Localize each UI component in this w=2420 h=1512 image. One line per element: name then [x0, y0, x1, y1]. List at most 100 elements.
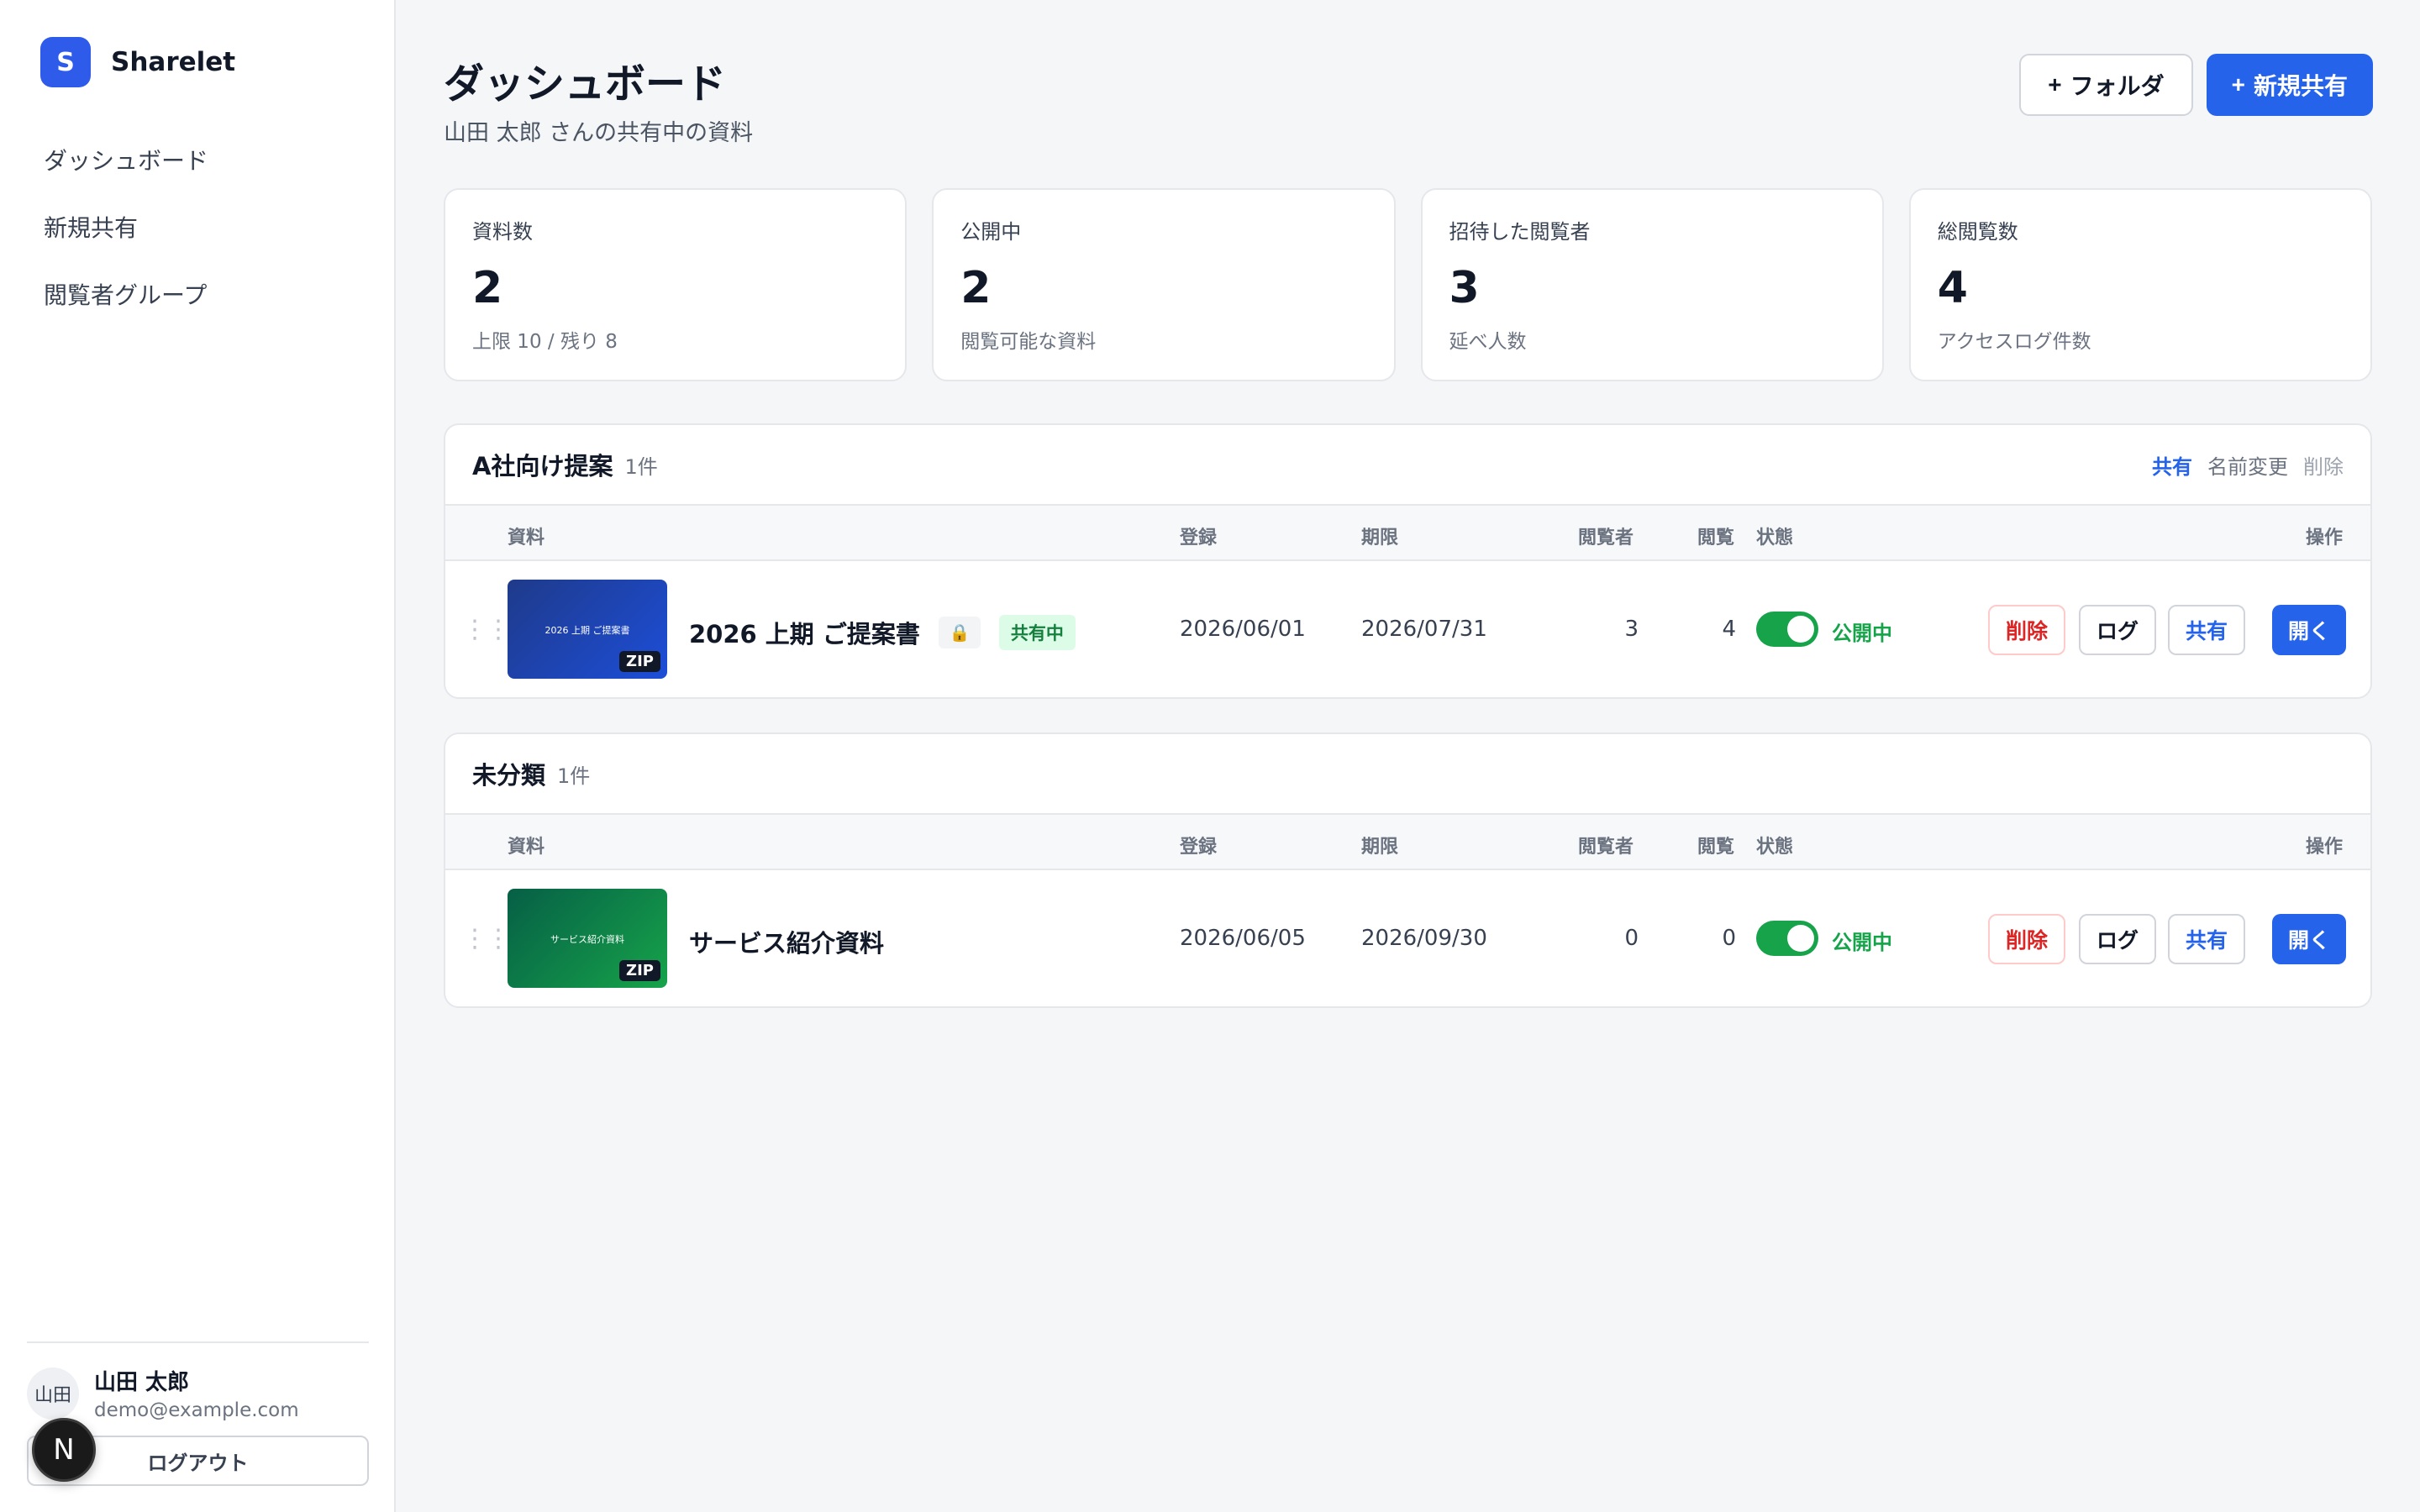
sidebar-item-new-share[interactable]: 新規共有: [24, 193, 373, 260]
col-status: 状態: [1756, 837, 1794, 858]
plus-icon: +: [2048, 71, 2062, 97]
stat-card-total-views: 総閲覧数 4 アクセスログ件数: [1908, 188, 2372, 381]
user-email: demo@example.com: [94, 1399, 299, 1421]
stat-note: アクセスログ件数: [1937, 331, 2091, 353]
stat-label: 総閲覧数: [1937, 220, 2018, 244]
stat-value: 3: [1449, 263, 1480, 313]
plus-icon: +: [2231, 71, 2245, 97]
col-registered: 登録: [1180, 837, 1218, 858]
folder-share-link[interactable]: 共有: [2152, 450, 2192, 480]
delete-button[interactable]: 削除: [1988, 605, 2065, 655]
user-info: 山田 山田 太郎 demo@example.com: [27, 1365, 299, 1421]
folder-rename-link[interactable]: 名前変更: [2207, 450, 2288, 480]
log-button[interactable]: ログ: [2079, 914, 2156, 964]
stat-label: 招待した閲覧者: [1449, 220, 1591, 244]
document-thumbnail[interactable]: 2026 上期 ご提案書 ZIP: [508, 580, 667, 679]
col-viewers: 閲覧者: [1578, 837, 1634, 858]
sidebar: S Sharelet ダッシュボード 新規共有 閲覧者グループ 山田 山田 太郎…: [0, 0, 396, 1512]
stats-cards: 資料数 2 上限 10 / 残り 8 公開中 2 閲覧可能な資料 招待した閲覧者…: [444, 188, 2372, 381]
stat-label: 公開中: [960, 220, 1022, 244]
avatar: 山田: [27, 1367, 79, 1420]
thumbnail-caption: サービス紹介資料: [550, 934, 624, 945]
expiry-date: 2026/09/30: [1361, 926, 1487, 951]
col-viewers: 閲覧者: [1578, 528, 1634, 549]
view-count: 0: [1722, 926, 1736, 951]
stat-value: 4: [1937, 263, 1968, 313]
new-share-button[interactable]: + 新規共有: [2206, 54, 2373, 116]
sidebar-item-viewer-groups[interactable]: 閲覧者グループ: [24, 260, 373, 328]
col-actions: 操作: [2306, 837, 2344, 858]
publish-toggle[interactable]: [1756, 612, 1818, 647]
stat-note: 閲覧可能な資料: [960, 331, 1097, 353]
table-row[interactable]: ⋮⋮ サービス紹介資料 ZIP サービス紹介資料 2026/06/05 2026…: [445, 870, 2370, 1006]
document-title-cell: 2026 上期 ご提案書 🔒 共有中: [689, 615, 1076, 650]
shared-badge: 共有中: [998, 615, 1076, 650]
log-button[interactable]: ログ: [2079, 605, 2156, 655]
brand-name: Sharelet: [111, 47, 236, 77]
status-label: 公開中: [1832, 931, 1892, 954]
viewer-count: 0: [1624, 926, 1639, 951]
expiry-date: 2026/07/31: [1361, 617, 1487, 642]
folder-delete-link[interactable]: 削除: [2303, 450, 2344, 480]
add-folder-label: フォルダ: [2070, 73, 2165, 99]
col-registered: 登録: [1180, 528, 1218, 549]
stat-card-invited-viewers: 招待した閲覧者 3 延べ人数: [1420, 188, 1884, 381]
page-subtitle: 山田 太郎 さんの共有中の資料: [444, 120, 754, 146]
table-row[interactable]: ⋮⋮ 2026 上期 ご提案書 ZIP 2026 上期 ご提案書 🔒 共有中 2…: [445, 561, 2370, 697]
stat-value: 2: [472, 263, 503, 313]
share-button[interactable]: 共有: [2168, 605, 2245, 655]
document-thumbnail[interactable]: サービス紹介資料 ZIP: [508, 889, 667, 988]
next-dev-badge-icon[interactable]: N: [32, 1418, 96, 1482]
file-type-badge: ZIP: [619, 960, 660, 981]
stat-note: 延べ人数: [1449, 331, 1527, 353]
header-actions: + フォルダ + 新規共有: [2019, 54, 2373, 116]
view-count: 4: [1722, 617, 1736, 642]
folder-header: A社向け提案 1件 共有 名前変更 削除: [445, 425, 2370, 506]
table-header: 資料 登録 期限 閲覧者 閲覧 状態 操作: [445, 506, 2370, 561]
stat-note: 上限 10 / 残り 8: [472, 331, 618, 353]
status-label: 公開中: [1832, 622, 1892, 645]
table-header: 資料 登録 期限 閲覧者 閲覧 状態 操作: [445, 815, 2370, 870]
stat-label: 資料数: [472, 220, 533, 244]
registered-date: 2026/06/05: [1180, 926, 1306, 951]
new-share-label: 新規共有: [2253, 73, 2348, 99]
col-views: 閲覧: [1697, 837, 1735, 858]
stat-value: 2: [960, 263, 992, 313]
sidebar-item-dashboard[interactable]: ダッシュボード: [24, 126, 373, 193]
sidebar-nav: ダッシュボード 新規共有 閲覧者グループ: [24, 126, 373, 328]
page-title: ダッシュボード: [444, 60, 727, 108]
thumbnail-caption: 2026 上期 ご提案書: [544, 625, 630, 636]
folder-name: 未分類: [472, 761, 546, 790]
col-views: 閲覧: [1697, 528, 1735, 549]
delete-button[interactable]: 削除: [1988, 914, 2065, 964]
registered-date: 2026/06/01: [1180, 617, 1306, 642]
sidebar-footer: 山田 山田 太郎 demo@example.com ログアウト: [27, 1341, 369, 1486]
col-doc: 資料: [508, 837, 545, 858]
brand[interactable]: S Sharelet: [40, 37, 235, 87]
folder-name: A社向け提案: [472, 452, 613, 480]
viewer-count: 3: [1624, 617, 1639, 642]
share-button[interactable]: 共有: [2168, 914, 2245, 964]
stat-card-public: 公開中 2 閲覧可能な資料: [932, 188, 1396, 381]
col-expires: 期限: [1361, 837, 1399, 858]
document-title[interactable]: サービス紹介資料: [689, 924, 884, 959]
open-button[interactable]: 開く: [2272, 605, 2346, 655]
col-doc: 資料: [508, 528, 545, 549]
drag-handle-icon[interactable]: ⋮⋮: [462, 615, 511, 644]
stat-card-documents: 資料数 2 上限 10 / 残り 8: [444, 188, 908, 381]
brand-logo-icon: S: [40, 37, 91, 87]
folder-panel-a: A社向け提案 1件 共有 名前変更 削除 資料 登録 期限 閲覧者 閲覧 状態 …: [444, 423, 2372, 699]
drag-handle-icon[interactable]: ⋮⋮: [462, 924, 511, 953]
user-name: 山田 太郎: [94, 1370, 190, 1395]
col-actions: 操作: [2306, 528, 2344, 549]
folder-count: 1件: [557, 764, 591, 788]
document-title-cell: サービス紹介資料: [689, 924, 884, 959]
document-title[interactable]: 2026 上期 ご提案書: [689, 615, 920, 650]
folder-panel-uncategorized: 未分類 1件 資料 登録 期限 閲覧者 閲覧 状態 操作 ⋮⋮ サービス紹介資料…: [444, 732, 2372, 1008]
folder-header: 未分類 1件: [445, 734, 2370, 815]
lock-icon: 🔒: [938, 617, 981, 648]
open-button[interactable]: 開く: [2272, 914, 2346, 964]
folder-actions: 共有 名前変更 削除: [2152, 450, 2344, 480]
publish-toggle[interactable]: [1756, 921, 1818, 956]
add-folder-button[interactable]: + フォルダ: [2019, 54, 2193, 116]
